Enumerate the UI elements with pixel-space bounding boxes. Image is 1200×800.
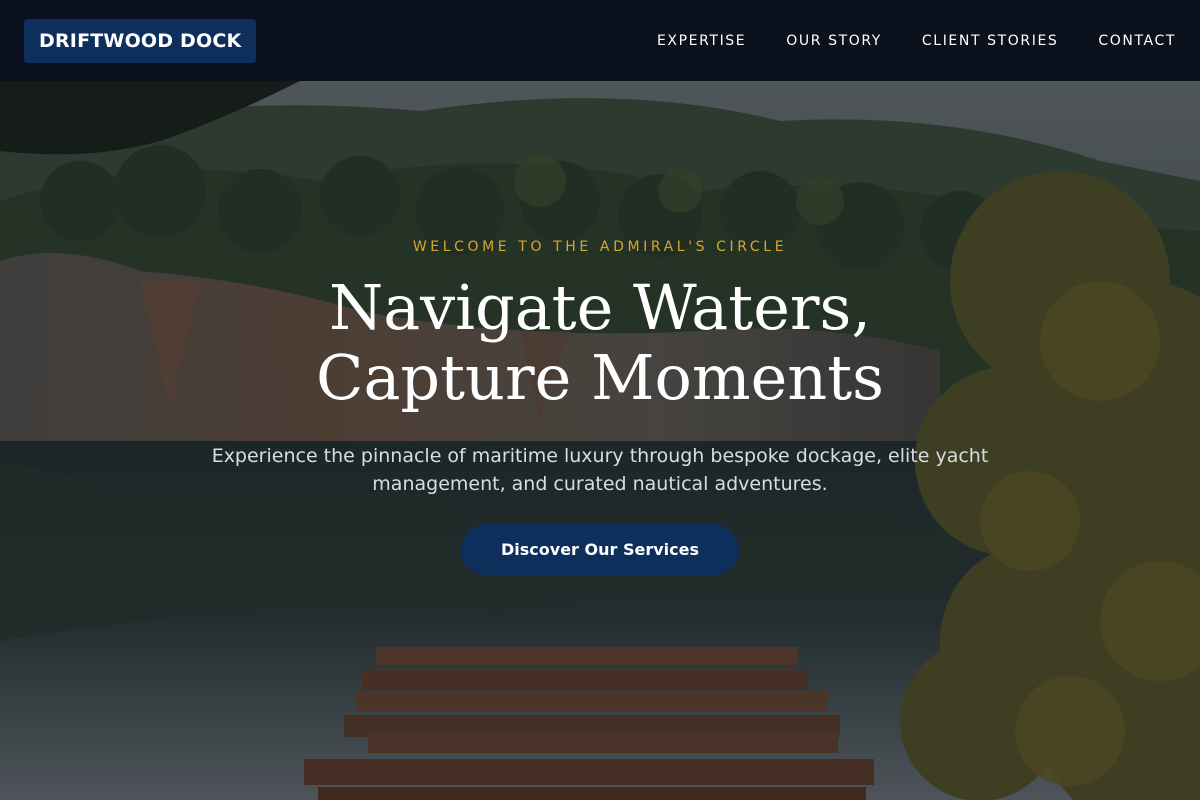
nav-link-our-story[interactable]: OUR STORY [786,33,882,49]
brand-logo[interactable]: DRIFTWOOD DOCK [24,18,257,63]
hero-section: WELCOME TO THE ADMIRAL'S CIRCLE Navigate… [0,81,1200,800]
hero-headline: Navigate Waters, Capture Moments [316,271,884,414]
nav-link-expertise[interactable]: EXPERTISE [657,33,746,49]
site-header: DRIFTWOOD DOCK EXPERTISE OUR STORY CLIEN… [0,0,1200,81]
nav-link-client-stories[interactable]: CLIENT STORIES [922,33,1058,49]
hero-eyebrow: WELCOME TO THE ADMIRAL'S CIRCLE [412,239,788,255]
discover-services-button[interactable]: Discover Our Services [461,524,739,575]
hero-subtitle: Experience the pinnacle of maritime luxu… [211,445,989,495]
nav-link-contact[interactable]: CONTACT [1098,33,1176,49]
main-nav: EXPERTISE OUR STORY CLIENT STORIES CONTA… [617,33,1176,49]
hero-dark-overlay [0,81,1200,800]
